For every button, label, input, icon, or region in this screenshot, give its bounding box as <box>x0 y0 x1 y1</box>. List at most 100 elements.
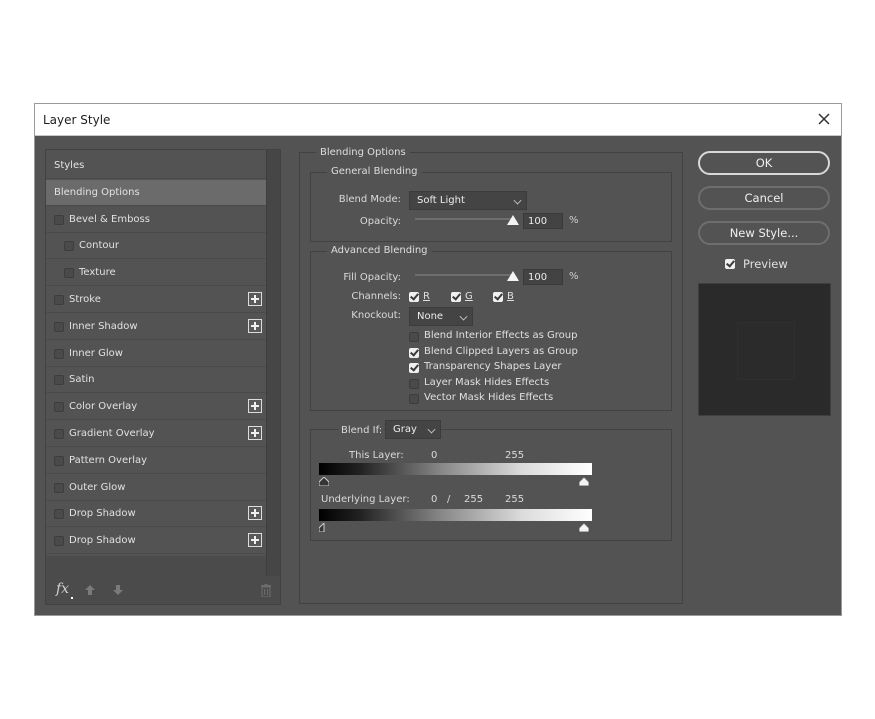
blend-if-value: Gray <box>393 424 417 435</box>
general-blending-group: General Blending Blend Mode: Soft Light … <box>310 166 672 242</box>
add-effect-plus-icon[interactable] <box>248 292 262 306</box>
style-item-label: Inner Glow <box>69 347 123 359</box>
advanced-option-checkbox[interactable] <box>409 378 419 389</box>
preview-thumbnail <box>698 283 831 416</box>
style-item[interactable]: Texture <box>46 260 266 287</box>
style-item-checkbox[interactable] <box>54 321 64 332</box>
advanced-option-label[interactable]: Layer Mask Hides Effects <box>424 377 549 388</box>
this-layer-gradient[interactable] <box>319 463 592 475</box>
opacity-percent: % <box>569 215 579 226</box>
style-item[interactable]: Satin <box>46 367 266 394</box>
style-item-checkbox[interactable] <box>64 241 74 252</box>
style-item-label: Drop Shadow <box>69 535 136 547</box>
fill-opacity-slider[interactable] <box>415 274 513 276</box>
style-item[interactable]: Styles <box>46 153 266 179</box>
fx-button[interactable]: fx <box>56 581 69 597</box>
chevron-down-icon <box>513 196 522 205</box>
preview-checkbox[interactable] <box>725 259 735 269</box>
underlying-layer-gradient[interactable] <box>319 509 592 521</box>
style-item-checkbox[interactable] <box>64 268 74 279</box>
blend-mode-label: Blend Mode: <box>338 194 401 205</box>
channel-label[interactable]: G <box>465 291 473 302</box>
advanced-blending-legend: Advanced Blending <box>327 245 432 256</box>
style-item-label: Drop Shadow <box>69 508 136 520</box>
style-item[interactable]: Pattern Overlay <box>46 447 266 474</box>
style-item-checkbox[interactable] <box>54 214 64 225</box>
advanced-option-checkbox[interactable] <box>409 363 419 373</box>
style-item-checkbox[interactable] <box>54 348 64 359</box>
this-layer-low-value: 0 <box>431 450 438 461</box>
this-layer-white-thumb[interactable] <box>579 477 589 486</box>
channel-checkbox[interactable] <box>493 292 503 302</box>
ok-button[interactable]: OK <box>698 151 830 175</box>
style-item-checkbox[interactable] <box>54 402 64 413</box>
arrow-down-icon[interactable] <box>112 584 124 596</box>
style-item[interactable]: Gradient Overlay <box>46 421 266 447</box>
style-item-label: Styles <box>54 160 85 171</box>
style-item-label: Outer Glow <box>69 481 126 493</box>
style-item-checkbox[interactable] <box>54 429 64 439</box>
style-item-checkbox[interactable] <box>54 509 64 520</box>
style-item-label: Satin <box>69 374 95 386</box>
advanced-option-label[interactable]: Blend Interior Effects as Group <box>424 330 577 341</box>
opacity-input[interactable]: 100 <box>523 213 563 229</box>
underlying-separator: / <box>447 494 451 505</box>
knockout-select[interactable]: None <box>409 307 473 326</box>
advanced-option-label[interactable]: Transparency Shapes Layer <box>424 361 561 372</box>
trash-icon[interactable] <box>260 584 272 597</box>
general-blending-legend: General Blending <box>327 166 422 177</box>
fill-opacity-input[interactable]: 100 <box>523 269 563 285</box>
advanced-option-label[interactable]: Vector Mask Hides Effects <box>424 392 553 403</box>
advanced-option-checkbox[interactable] <box>409 394 419 404</box>
underlying-black-thumb-split[interactable] <box>319 523 325 532</box>
add-effect-plus-icon[interactable] <box>248 426 262 440</box>
opacity-slider[interactable] <box>415 218 513 220</box>
close-icon[interactable] <box>815 110 833 128</box>
style-item[interactable]: Drop Shadow <box>46 501 266 528</box>
blend-if-group: Blend If: Gray This Layer: 0 255 Underly… <box>310 420 672 541</box>
channel-checkbox[interactable] <box>451 292 461 302</box>
cancel-button[interactable]: Cancel <box>698 186 830 210</box>
blend-mode-select[interactable]: Soft Light <box>409 191 527 210</box>
style-item[interactable]: Stroke <box>46 287 266 313</box>
advanced-option-label[interactable]: Blend Clipped Layers as Group <box>424 346 578 357</box>
style-item-checkbox[interactable] <box>54 536 64 547</box>
style-item[interactable]: Color Overlay <box>46 394 266 421</box>
style-item[interactable]: Drop Shadow <box>46 528 266 555</box>
add-effect-plus-icon[interactable] <box>248 399 262 414</box>
channel-label[interactable]: B <box>507 291 514 302</box>
style-item[interactable]: Inner Shadow <box>46 313 266 340</box>
channel-label[interactable]: R <box>423 291 430 302</box>
styles-panel: Styles Blending Options Bevel & Emboss Cont… <box>45 149 281 605</box>
opacity-slider-thumb[interactable] <box>507 215 519 225</box>
style-item[interactable]: Contour <box>46 233 266 260</box>
arrow-up-icon[interactable] <box>84 584 96 596</box>
style-item-checkbox[interactable] <box>54 375 64 386</box>
style-item-checkbox[interactable] <box>54 482 64 493</box>
new-style-button[interactable]: New Style... <box>698 221 830 245</box>
preview-label[interactable]: Preview <box>743 257 788 271</box>
style-item-label: Texture <box>79 267 116 279</box>
add-effect-plus-icon[interactable] <box>248 533 262 548</box>
layer-style-dialog: Layer Style Styles Blending Options Bevel … <box>34 103 842 616</box>
advanced-option-checkbox[interactable] <box>409 347 419 358</box>
style-item[interactable]: Blending Options <box>46 179 266 206</box>
add-effect-plus-icon[interactable] <box>248 506 262 521</box>
styles-list-scrollbar[interactable] <box>266 150 280 576</box>
style-item-checkbox[interactable] <box>54 455 64 466</box>
style-item[interactable]: Inner Glow <box>46 340 266 367</box>
opacity-label: Opacity: <box>359 216 401 227</box>
advanced-option-checkbox[interactable] <box>409 332 419 342</box>
style-item-label: Bevel & Emboss <box>69 213 150 225</box>
channel-checkbox[interactable] <box>409 292 419 302</box>
fill-opacity-label: Fill Opacity: <box>343 272 401 283</box>
style-item-checkbox[interactable] <box>54 295 64 305</box>
this-layer-black-thumb[interactable] <box>319 477 329 486</box>
preview-swatch <box>737 322 795 380</box>
fill-opacity-slider-thumb[interactable] <box>507 271 519 281</box>
style-item[interactable]: Bevel & Emboss <box>46 206 266 233</box>
add-effect-plus-icon[interactable] <box>248 318 262 333</box>
style-item[interactable]: Outer Glow <box>46 474 266 501</box>
underlying-white-thumb[interactable] <box>579 523 589 532</box>
blend-if-select[interactable]: Gray <box>385 420 441 439</box>
